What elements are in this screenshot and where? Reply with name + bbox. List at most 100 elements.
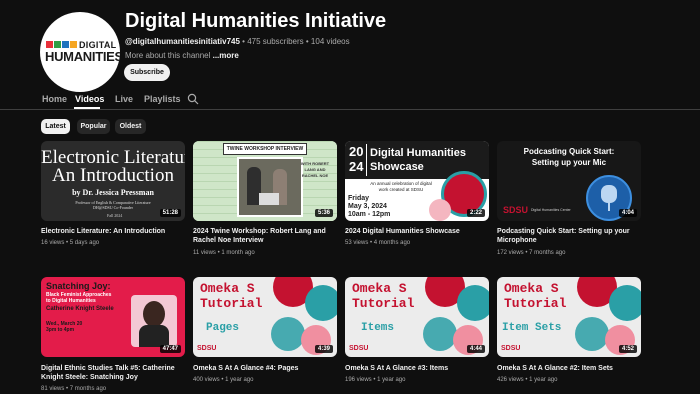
- thumb-title-line1: Podcasting Quick Start:: [523, 147, 615, 156]
- thumb-topic: Pages: [206, 322, 240, 334]
- decor-circle: [423, 317, 457, 351]
- video-meta: 400 views • 1 year ago: [193, 377, 254, 383]
- video-duration: 5:36: [314, 209, 333, 217]
- video-thumbnail[interactable]: 20 24 Digital Humanities Showcase An ann…: [345, 141, 489, 221]
- video-title[interactable]: 2024 Twine Workshop: Robert Lang and Rac…: [193, 227, 337, 245]
- sdsu-logo: SDSU: [197, 345, 217, 352]
- video-thumbnail[interactable]: Electronic Literature: An Introduction b…: [41, 141, 185, 221]
- logo-square-orange: [70, 41, 77, 48]
- video-duration: 4:04: [618, 209, 637, 217]
- tab-home[interactable]: Home: [42, 94, 67, 104]
- thumb-title-line2: Tutorial: [504, 296, 567, 311]
- view-count: 400 views: [193, 377, 220, 383]
- chip-latest[interactable]: Latest: [41, 119, 70, 134]
- upload-age: 5 days ago: [69, 240, 100, 246]
- video-thumbnail[interactable]: Snatching Joy: Black Feminist Approaches…: [41, 277, 185, 357]
- video-duration: 2:22: [466, 209, 485, 217]
- video-meta: 196 views • 1 year ago: [345, 377, 406, 383]
- chip-popular[interactable]: Popular: [77, 119, 110, 134]
- thumb-banner: TWINE WORKSHOP INTERVIEW: [223, 143, 307, 155]
- person-silhouette: [143, 301, 165, 327]
- video-thumbnail[interactable]: Omeka S Tutorial Items SDSU 4:44: [345, 277, 489, 357]
- video-thumbnail[interactable]: Omeka S Tutorial Pages SDSU 4:39: [193, 277, 337, 357]
- view-count: 81 views: [41, 386, 65, 392]
- upload-age: 1 month ago: [221, 250, 255, 256]
- search-icon[interactable]: [187, 93, 199, 105]
- thumb-subtitle: An annual celebration of digital work cr…: [370, 181, 432, 192]
- video-meta: 11 views • 1 month ago: [193, 250, 255, 256]
- video-thumbnail[interactable]: Podcasting Quick Start: Setting up your …: [497, 141, 641, 221]
- upload-age: 1 year ago: [377, 377, 406, 383]
- thumb-title-line2: Setting up your Mic: [531, 158, 607, 167]
- thumb-title-line2: Tutorial: [352, 296, 415, 311]
- video-meta: 172 views • 7 months ago: [497, 250, 566, 256]
- upload-age: 4 months ago: [373, 240, 411, 246]
- thumb-topic: Items: [361, 322, 395, 334]
- divider: [366, 144, 367, 176]
- tab-live[interactable]: Live: [115, 94, 133, 104]
- decor-circle: [305, 285, 337, 321]
- subscriber-count: 475 subscribers: [247, 37, 304, 46]
- video-duration: 51:28: [159, 209, 181, 217]
- upload-age: 7 months ago: [529, 250, 566, 256]
- thumb-dept: Digital Humanities Center: [531, 208, 571, 212]
- video-title[interactable]: Digital Ethnic Studies Talk #5: Catherin…: [41, 364, 185, 382]
- chip-oldest[interactable]: Oldest: [115, 119, 146, 134]
- video-title[interactable]: 2024 Digital Humanities Showcase: [345, 227, 489, 236]
- video-thumbnail[interactable]: TWINE WORKSHOP INTERVIEW WITH ROBERT LAN…: [193, 141, 337, 221]
- channel-about[interactable]: More about this channel ...more: [125, 51, 239, 60]
- meta-separator: •: [303, 37, 311, 46]
- thumb-topic: Item Sets: [502, 322, 562, 334]
- video-duration: 47:47: [159, 345, 181, 353]
- about-text: More about this channel: [125, 51, 213, 60]
- thumb-year-top: 20: [349, 144, 364, 159]
- person-silhouette: [139, 325, 169, 347]
- sdsu-logo: SDSU: [349, 345, 369, 352]
- view-count: 11 views: [193, 250, 216, 256]
- decor-circle: [271, 317, 305, 351]
- view-count: 16 views: [41, 240, 65, 246]
- decor-circle: [457, 285, 489, 321]
- upload-age: 7 months ago: [69, 386, 107, 392]
- thumb-year-bottom: 24: [349, 159, 364, 174]
- video-title[interactable]: Omeka S At A Glance #2: Item Sets: [497, 364, 641, 373]
- thumb-title-line1: Digital Humanities: [370, 147, 466, 159]
- decor-circle: [575, 317, 609, 351]
- thumb-speaker: by Dr. Jessica Pressman: [72, 188, 154, 197]
- video-title[interactable]: Omeka S At A Glance #3: Items: [345, 364, 489, 373]
- mic-stand: [608, 203, 610, 211]
- laptop-shape: [259, 193, 279, 205]
- video-meta: 53 views • 4 months ago: [345, 240, 411, 246]
- logo-square-green: [54, 41, 61, 48]
- upload-age: 1 year ago: [529, 377, 558, 383]
- video-title[interactable]: Omeka S At A Glance #4: Pages: [193, 364, 337, 373]
- tabs-divider: [0, 109, 700, 110]
- video-title[interactable]: Podcasting Quick Start: Setting up your …: [497, 227, 641, 245]
- thumb-title-line2: Showcase: [370, 161, 424, 173]
- channel-handle: @digitalhumanitiesinitiativ745: [125, 37, 240, 46]
- video-meta: 426 views • 1 year ago: [497, 377, 558, 383]
- decor-circle: [609, 285, 641, 321]
- thumb-title-line2: Tutorial: [200, 296, 263, 311]
- upload-age: 1 year ago: [225, 377, 254, 383]
- speaker-photo: [131, 295, 177, 347]
- video-thumbnail[interactable]: Omeka S Tutorial Item Sets SDSU 4:52: [497, 277, 641, 357]
- video-meta: 81 views • 7 months ago: [41, 386, 107, 392]
- view-count: 196 views: [345, 377, 372, 383]
- decor-circle: [429, 199, 451, 221]
- video-title[interactable]: Electronic Literature: An Introduction: [41, 227, 185, 236]
- more-link[interactable]: ...more: [213, 51, 239, 60]
- channel-meta: @digitalhumanitiesinitiativ745 • 475 sub…: [125, 37, 350, 46]
- subscribe-button[interactable]: Subscribe: [124, 64, 170, 81]
- channel-avatar[interactable]: DIGITAL HUMANITIES: [40, 12, 120, 92]
- thumb-title-line1: Omeka S: [504, 281, 559, 296]
- video-count: 104 videos: [310, 37, 350, 46]
- view-count: 172 views: [497, 250, 524, 256]
- tab-playlists[interactable]: Playlists: [144, 94, 181, 104]
- thumb-title-line2: An Introduction: [52, 165, 174, 186]
- video-duration: 4:44: [466, 345, 485, 353]
- thumb-day: Friday: [348, 195, 370, 202]
- logo-square-red: [46, 41, 53, 48]
- mic-body: [601, 185, 617, 203]
- tab-videos[interactable]: Videos: [75, 94, 104, 104]
